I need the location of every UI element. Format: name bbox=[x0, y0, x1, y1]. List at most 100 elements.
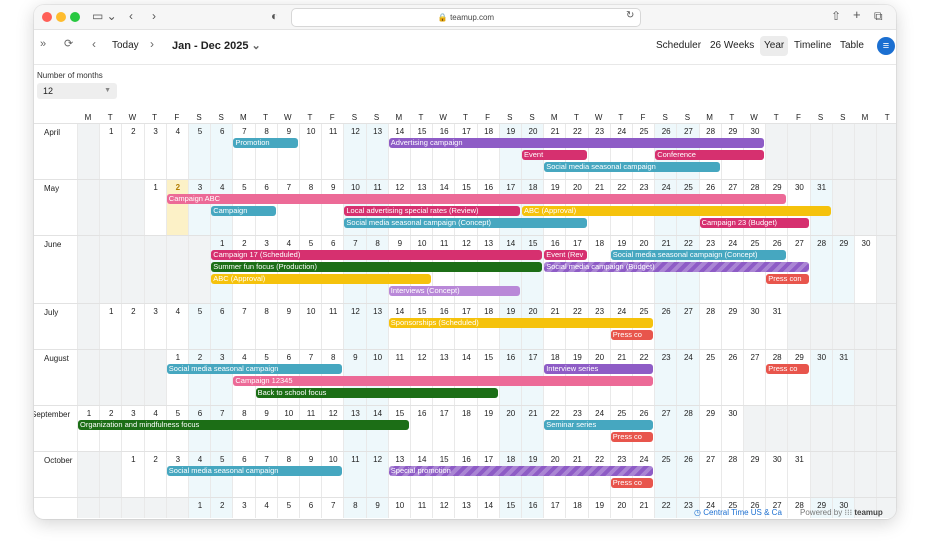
day-cell[interactable]: 23 bbox=[654, 350, 678, 406]
day-cell[interactable]: 11 bbox=[343, 452, 367, 498]
day-cell[interactable]: 8 bbox=[299, 180, 322, 236]
menu-icon[interactable]: ≡ bbox=[877, 37, 895, 55]
day-cell[interactable]: 11 bbox=[321, 304, 344, 350]
calendar-event[interactable]: Social media seasonal campaign bbox=[544, 162, 720, 172]
day-cell[interactable]: 29 bbox=[787, 350, 810, 406]
day-cell[interactable]: 30 bbox=[809, 350, 833, 406]
day-cell[interactable]: 18 bbox=[454, 406, 477, 452]
day-cell[interactable]: 15 bbox=[410, 124, 433, 180]
day-cell[interactable]: 31 bbox=[831, 350, 855, 406]
tabs-overview-icon[interactable]: ⧉ bbox=[874, 9, 883, 23]
day-cell[interactable]: 3 bbox=[143, 304, 167, 350]
day-cell[interactable]: 25 bbox=[698, 350, 722, 406]
calendar-event[interactable]: Campaign 17 (Scheduled) bbox=[211, 250, 543, 260]
calendar-event[interactable]: Press co bbox=[610, 432, 654, 442]
day-cell[interactable]: 8 bbox=[254, 124, 278, 180]
day-cell[interactable]: 6 bbox=[299, 498, 322, 518]
day-cell[interactable]: 5 bbox=[188, 124, 211, 180]
calendar-event[interactable]: Event bbox=[522, 150, 587, 160]
day-cell[interactable]: 29 bbox=[720, 304, 744, 350]
day-cell[interactable]: 26 bbox=[720, 350, 744, 406]
day-cell[interactable]: 1 bbox=[165, 350, 189, 406]
day-cell[interactable]: 8 bbox=[254, 304, 278, 350]
calendar-event[interactable]: Interview series bbox=[544, 364, 654, 374]
day-cell[interactable]: 9 bbox=[321, 180, 344, 236]
close-window-button[interactable] bbox=[42, 12, 52, 22]
day-cell[interactable]: 21 bbox=[632, 498, 655, 518]
day-cell[interactable]: 31 bbox=[765, 304, 788, 350]
day-cell[interactable]: 3 bbox=[188, 180, 211, 236]
day-cell[interactable]: 17 bbox=[454, 124, 477, 180]
view-26-weeks-button[interactable]: 26 Weeks bbox=[706, 36, 758, 56]
new-tab-icon[interactable]: + bbox=[853, 8, 861, 22]
day-cell[interactable]: 2 bbox=[165, 180, 189, 236]
day-cell[interactable]: 3 bbox=[232, 498, 255, 518]
day-cell[interactable]: 3 bbox=[210, 350, 234, 406]
day-cell[interactable]: 30 bbox=[765, 452, 788, 498]
day-cell[interactable]: 4 bbox=[165, 304, 189, 350]
day-cell[interactable]: 30 bbox=[854, 236, 877, 304]
view-year-button[interactable]: Year bbox=[760, 36, 789, 56]
day-cell[interactable]: 12 bbox=[365, 452, 389, 498]
back-icon[interactable]: ‹ bbox=[129, 9, 133, 23]
calendar-event[interactable]: Campaign 12345 bbox=[233, 376, 654, 386]
timezone-link[interactable]: ◷ Central Time US & Ca bbox=[694, 508, 782, 517]
day-cell[interactable]: 28 bbox=[676, 406, 700, 452]
day-cell[interactable]: 19 bbox=[498, 124, 522, 180]
day-cell[interactable]: 26 bbox=[654, 304, 678, 350]
zoom-window-button[interactable] bbox=[70, 12, 80, 22]
day-cell[interactable]: 26 bbox=[676, 452, 700, 498]
powered-by[interactable]: Powered by ⁝⁝⁝ teamup bbox=[800, 508, 883, 517]
calendar-event[interactable]: Campaign ABC bbox=[166, 194, 787, 204]
calendar-event[interactable]: Social media seasonal campaign bbox=[166, 466, 343, 476]
view-table-button[interactable]: Table bbox=[836, 36, 868, 56]
day-cell[interactable]: 10 bbox=[299, 124, 322, 180]
day-cell[interactable]: 5 bbox=[188, 304, 211, 350]
calendar-event[interactable]: Seminar series bbox=[544, 420, 654, 430]
day-cell[interactable]: 4 bbox=[165, 124, 189, 180]
day-cell[interactable]: 20 bbox=[498, 406, 522, 452]
day-cell[interactable]: 9 bbox=[276, 304, 300, 350]
day-cell[interactable]: 2 bbox=[143, 452, 167, 498]
day-cell[interactable]: 6 bbox=[210, 304, 234, 350]
address-bar[interactable]: 🔒 teamup.com bbox=[291, 8, 641, 27]
day-cell[interactable]: 16 bbox=[410, 406, 433, 452]
calendar-event[interactable]: Social media seasonal campaign (Concept) bbox=[344, 218, 587, 228]
calendar-event[interactable]: Summer fun focus (Production) bbox=[211, 262, 543, 272]
calendar-event[interactable]: Press co bbox=[610, 478, 654, 488]
day-cell[interactable]: 31 bbox=[787, 452, 810, 498]
day-cell[interactable]: 22 bbox=[654, 498, 678, 518]
day-cell[interactable]: 18 bbox=[565, 498, 588, 518]
day-cell[interactable]: 18 bbox=[476, 124, 500, 180]
calendar-event[interactable]: Advertising campaign bbox=[388, 138, 765, 148]
date-range-title[interactable]: Jan - Dec 2025 ⌄ bbox=[172, 40, 261, 52]
day-cell[interactable]: 9 bbox=[365, 498, 389, 518]
day-cell[interactable]: 17 bbox=[543, 498, 566, 518]
calendar-event[interactable]: Press co bbox=[610, 330, 654, 340]
day-cell[interactable]: 14 bbox=[476, 498, 500, 518]
day-cell[interactable]: 4 bbox=[254, 498, 278, 518]
calendar-event[interactable]: Press con bbox=[766, 274, 809, 284]
calendar-event[interactable]: Special promotion bbox=[388, 466, 654, 476]
calendar-event[interactable]: Interviews (Concept) bbox=[388, 286, 520, 296]
day-cell[interactable]: 1 bbox=[188, 498, 211, 518]
day-cell[interactable]: 9 bbox=[276, 124, 300, 180]
privacy-shield-icon[interactable]: ◐ bbox=[271, 9, 278, 23]
today-button[interactable]: Today bbox=[112, 40, 139, 52]
day-cell[interactable]: 12 bbox=[432, 498, 455, 518]
day-cell[interactable]: 10 bbox=[299, 304, 322, 350]
forward-icon[interactable]: › bbox=[152, 9, 156, 23]
day-cell[interactable]: 28 bbox=[809, 236, 833, 304]
day-cell[interactable]: 20 bbox=[609, 498, 633, 518]
calendar-event[interactable]: Event (Rev bbox=[544, 250, 587, 260]
reload-icon[interactable]: ↻ bbox=[626, 9, 634, 23]
day-cell[interactable]: 2 bbox=[188, 350, 211, 406]
day-cell[interactable]: 16 bbox=[521, 498, 544, 518]
calendar-event[interactable]: Social media seasonal campaign bbox=[166, 364, 343, 374]
day-cell[interactable]: 21 bbox=[521, 406, 544, 452]
view-timeline-button[interactable]: Timeline bbox=[790, 36, 835, 56]
sidebar-toggle-icon[interactable]: ▭ ⌄ bbox=[92, 9, 117, 23]
day-cell[interactable]: 1 bbox=[99, 124, 122, 180]
day-cell[interactable]: 11 bbox=[321, 124, 344, 180]
day-cell[interactable]: 3 bbox=[143, 124, 167, 180]
